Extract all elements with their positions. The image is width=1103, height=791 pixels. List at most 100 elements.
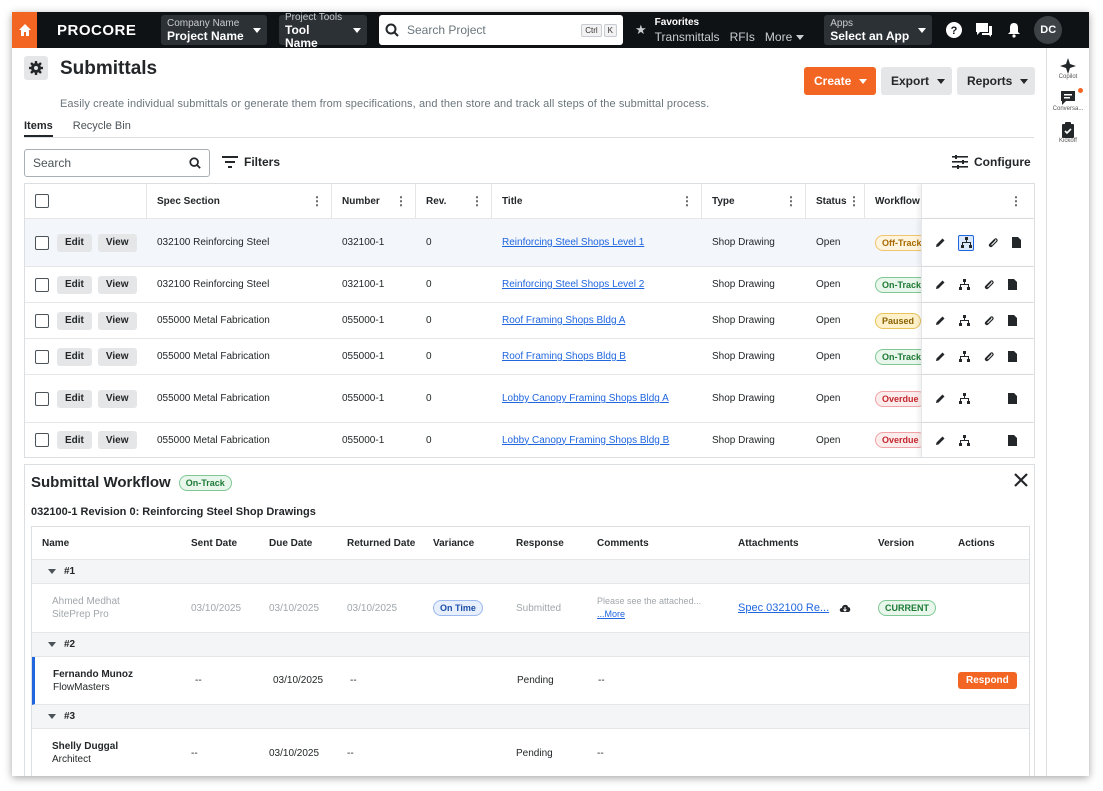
sidebar-item-conversations[interactable]: Conversa... <box>1047 88 1089 112</box>
edit-button[interactable]: Edit <box>57 389 92 408</box>
chat-icon[interactable] <box>974 20 994 40</box>
view-button[interactable]: View <box>97 311 137 330</box>
column-header-rev[interactable]: Rev. ⋮ <box>416 184 492 218</box>
attachment-link[interactable]: Spec 032100 Re... <box>738 602 829 614</box>
document-icon[interactable] <box>1006 434 1018 446</box>
view-button[interactable]: View <box>97 431 137 449</box>
column-header-spec-section[interactable]: Spec Section ⋮ <box>147 184 332 218</box>
pencil-icon[interactable] <box>934 315 946 327</box>
row-checkbox[interactable] <box>35 235 49 250</box>
edit-button[interactable]: Edit <box>57 275 92 294</box>
respond-button[interactable]: Respond <box>958 672 1017 689</box>
edit-button[interactable]: Edit <box>57 311 92 330</box>
pencil-icon[interactable] <box>934 351 946 363</box>
title-link[interactable]: Reinforcing Steel Shops Level 2 <box>502 279 644 290</box>
column-menu-icon[interactable]: ⋮ <box>471 194 483 208</box>
edit-button[interactable]: Edit <box>57 347 92 366</box>
paperclip-icon[interactable] <box>982 315 994 327</box>
document-icon[interactable] <box>1006 315 1018 327</box>
column-menu-icon[interactable]: ⋮ <box>311 194 323 208</box>
chevron-down-icon[interactable] <box>48 569 56 574</box>
workflow-group-header[interactable]: #2 <box>32 633 1029 657</box>
tool-selector[interactable]: Project Tools Tool Name <box>279 12 367 49</box>
edit-button[interactable]: Edit <box>57 431 92 449</box>
workflow-icon[interactable] <box>958 315 970 327</box>
paperclip-icon[interactable] <box>986 237 998 249</box>
sidebar-item-copilot[interactable]: Copilot <box>1047 58 1089 80</box>
pencil-icon[interactable] <box>934 434 946 446</box>
column-header-type[interactable]: Type ⋮ <box>702 184 806 218</box>
workflow-icon[interactable] <box>958 279 970 291</box>
favorite-link-rfis[interactable]: RFIs <box>730 30 755 44</box>
document-icon[interactable] <box>1006 279 1018 291</box>
items-search-input[interactable]: Search <box>24 149 210 177</box>
app-selector[interactable]: Apps Select an App <box>824 15 933 45</box>
row-checkbox[interactable] <box>35 391 49 406</box>
chevron-down-icon[interactable] <box>48 714 56 719</box>
view-button[interactable]: View <box>97 347 137 366</box>
home-button[interactable] <box>12 12 37 48</box>
column-menu-icon[interactable]: ⋮ <box>785 194 797 208</box>
pencil-icon[interactable] <box>934 237 946 249</box>
workflow-icon[interactable] <box>958 234 974 251</box>
title-link[interactable]: Lobby Canopy Framing Shops Bldg B <box>502 435 669 446</box>
view-button[interactable]: View <box>97 275 137 294</box>
user-avatar[interactable]: DC <box>1034 16 1063 44</box>
favorite-link-transmittals[interactable]: Transmittals <box>655 30 720 44</box>
filters-button[interactable]: Filters <box>222 155 280 169</box>
pencil-icon[interactable] <box>934 279 946 291</box>
favorite-more[interactable]: More <box>765 30 805 44</box>
bell-icon[interactable] <box>1004 20 1024 40</box>
configure-button[interactable]: Configure <box>952 155 1031 169</box>
edit-button[interactable]: Edit <box>57 233 92 252</box>
column-header-number[interactable]: Number ⋮ <box>332 184 416 218</box>
tab-recycle-bin[interactable]: Recycle Bin <box>73 120 131 137</box>
paperclip-icon[interactable] <box>982 279 994 291</box>
document-icon[interactable] <box>1006 351 1018 363</box>
create-button[interactable]: Create <box>804 67 876 95</box>
pencil-icon[interactable] <box>934 393 946 405</box>
workflow-icon[interactable] <box>958 434 970 446</box>
workflow-group-header[interactable]: #1 <box>32 560 1029 584</box>
column-header-workflow[interactable]: Workflow <box>865 184 925 218</box>
column-header-status[interactable]: Status ⋮ <box>806 184 865 218</box>
cloud-download-icon[interactable] <box>839 603 851 613</box>
project-name: Project Name <box>167 29 244 43</box>
column-menu-icon[interactable]: ⋮ <box>1010 194 1022 208</box>
workflow-group-header[interactable]: #3 <box>32 705 1029 729</box>
reports-button[interactable]: Reports <box>957 67 1035 95</box>
row-checkbox[interactable] <box>35 349 49 364</box>
column-menu-icon[interactable]: ⋮ <box>848 194 860 208</box>
paperclip-icon[interactable] <box>982 351 994 363</box>
workflow-icon[interactable] <box>958 393 970 405</box>
title-link[interactable]: Roof Framing Shops Bldg B <box>502 351 626 362</box>
more-link[interactable]: ...More <box>597 608 701 621</box>
sidebar-item-kickoff[interactable]: Kickoff <box>1047 122 1089 144</box>
select-all-checkbox[interactable] <box>35 194 49 208</box>
view-button[interactable]: View <box>97 233 137 252</box>
export-button[interactable]: Export <box>881 67 952 95</box>
title-link[interactable]: Reinforcing Steel Shops Level 1 <box>502 237 644 248</box>
row-checkbox[interactable] <box>35 313 49 328</box>
company-selector[interactable]: Company Name Project Name <box>161 15 267 45</box>
chevron-down-icon[interactable] <box>48 642 56 647</box>
star-icon[interactable]: ★ <box>635 22 647 38</box>
procore-logo[interactable]: PROCORE <box>57 22 141 39</box>
document-icon[interactable] <box>1010 237 1022 249</box>
workflow-icon[interactable] <box>958 351 970 363</box>
document-icon[interactable] <box>1006 393 1018 405</box>
column-menu-icon[interactable]: ⋮ <box>395 194 407 208</box>
tool-settings-button[interactable] <box>24 56 48 80</box>
title-link[interactable]: Lobby Canopy Framing Shops Bldg A <box>502 393 669 404</box>
column-menu-icon[interactable]: ⋮ <box>681 194 693 208</box>
title-link[interactable]: Roof Framing Shops Bldg A <box>502 315 625 326</box>
column-header-title[interactable]: Title ⋮ <box>492 184 702 218</box>
tab-items[interactable]: Items <box>24 120 53 137</box>
help-icon[interactable]: ? <box>944 20 964 40</box>
row-checkbox[interactable] <box>35 433 49 447</box>
project-search[interactable]: Search Project Ctrl K <box>379 15 623 45</box>
close-button[interactable] <box>1014 473 1028 490</box>
column-label: Rev. <box>426 195 447 207</box>
view-button[interactable]: View <box>97 389 137 408</box>
row-checkbox[interactable] <box>35 277 49 292</box>
